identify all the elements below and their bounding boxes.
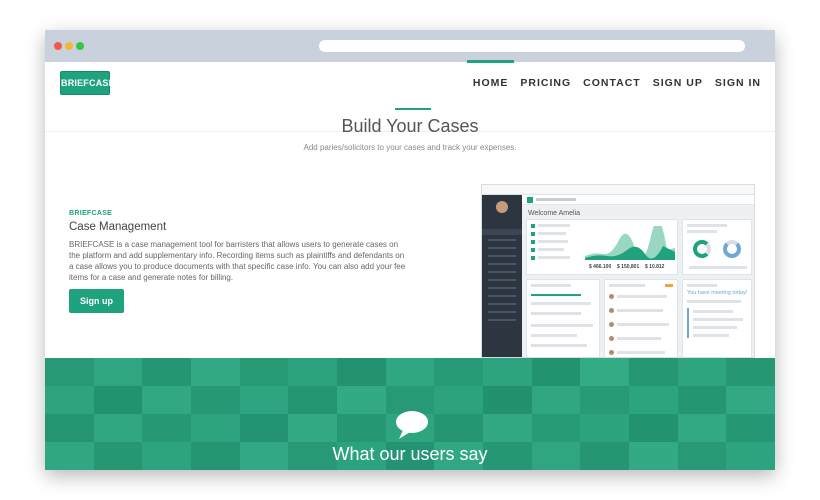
testimonials-title: What our users say xyxy=(332,444,488,464)
dashboard-welcome: Welcome Amelia xyxy=(528,210,581,217)
donut-chart-icon xyxy=(723,240,741,258)
kpi-value: $ 150,801 xyxy=(617,264,640,270)
hero-accent-line xyxy=(395,108,431,110)
speech-bubble-icon xyxy=(395,410,429,445)
dashboard-screenshot: Welcome Amelia $ 466.100 $ 150,801 $ 10.… xyxy=(481,184,755,358)
sign-up-button[interactable]: Sign up xyxy=(69,289,124,313)
dashboard-donut-panel xyxy=(682,219,752,275)
feature-description: BRIEFCASE is a case management tool for … xyxy=(69,240,406,282)
dashboard-list-panel xyxy=(526,279,600,357)
meeting-notice: You have meeting today! xyxy=(687,290,748,296)
feature-label: BRIEFCASE xyxy=(69,210,113,217)
dashboard-agenda-panel: You have meeting today! xyxy=(682,279,752,357)
dashboard-stats-panel: $ 466.100 $ 150,801 $ 10.812 xyxy=(526,219,678,275)
dashboard-header xyxy=(522,195,754,205)
browser-window: BRIEFCASE HOME PRICING CONTACT SIGN UP S… xyxy=(45,30,775,470)
dashboard-browser-bar xyxy=(482,185,754,195)
testimonials-section: What our users say xyxy=(45,358,775,470)
hero-section: Build Your Cases Add paries/solicitors t… xyxy=(45,30,775,358)
hero-title: Build Your Cases xyxy=(341,116,479,136)
feature-title: Case Management xyxy=(69,221,167,233)
kpi-value: $ 10.812 xyxy=(645,264,665,270)
donut-chart-icon xyxy=(693,240,711,258)
hero-subtitle: Add paries/solicitors to your cases and … xyxy=(303,143,517,152)
kpi-value: $ 466.100 xyxy=(589,264,612,270)
dashboard-sidebar xyxy=(482,195,522,357)
dashboard-feed-panel xyxy=(604,279,678,357)
avatar xyxy=(496,201,508,213)
dashboard-area-chart xyxy=(585,226,675,260)
